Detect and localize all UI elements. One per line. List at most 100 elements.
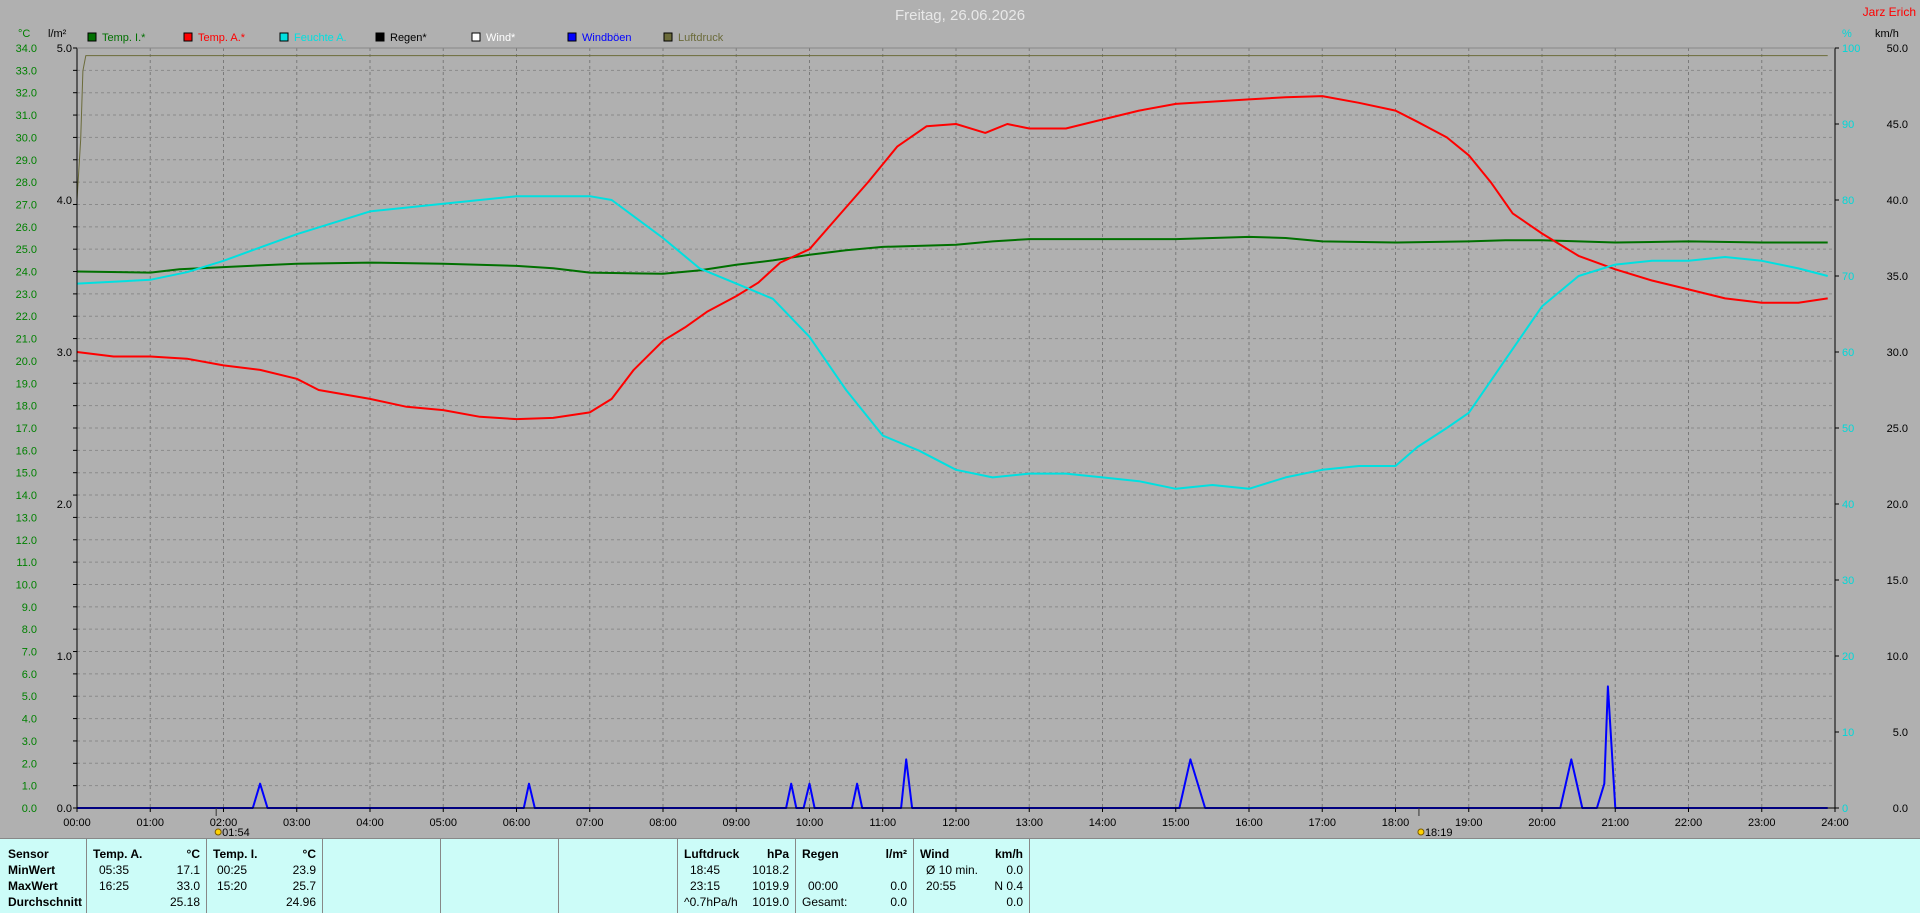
temp-i-min-time: 00:25 xyxy=(217,863,248,877)
legend-label: Windböen xyxy=(582,32,632,44)
temp-tick-label: 29.0 xyxy=(16,155,37,167)
wind-avg-label: Ø 10 min. xyxy=(926,863,979,877)
temp-tick-label: 9.0 xyxy=(22,602,37,614)
time-tick-label: 11:00 xyxy=(869,817,896,829)
wind-title: Wind xyxy=(920,847,950,861)
hum-tick-label: 30 xyxy=(1842,575,1854,587)
time-tick-label: 20:00 xyxy=(1528,817,1556,829)
temp-tick-label: 3.0 xyxy=(22,736,37,748)
temp-tick-label: 13.0 xyxy=(16,512,37,524)
weather-chart: 0.0 1.0 2.0 3.0 4.0 5.0 6.0 7.0 8.0 9.0 10.0 11.0 12… xyxy=(0,0,1920,838)
sun-icon xyxy=(214,828,222,836)
rain-tick-label: 1.0 xyxy=(57,651,72,663)
rain-title: Regen xyxy=(802,847,839,861)
wind-unit: km/h xyxy=(994,847,1023,861)
temp-tick-label: 8.0 xyxy=(22,624,37,636)
pressure-max-time: 23:15 xyxy=(690,879,721,893)
legend-swatch xyxy=(567,32,577,42)
temp-tick-label: 31.0 xyxy=(16,110,37,122)
hum-tick-label: 60 xyxy=(1842,347,1854,359)
temp-tick-label: 22.0 xyxy=(16,311,37,323)
legend-label: Feuchte A. xyxy=(294,32,347,44)
temp-tick-label: 34.0 xyxy=(16,43,37,55)
pressure-unit: hPa xyxy=(766,847,789,861)
unit-left-rain: l/m² xyxy=(48,28,67,40)
time-tick-label: 24:00 xyxy=(1821,817,1849,829)
temp-tick-label: 18.0 xyxy=(16,401,37,413)
legend-swatch xyxy=(471,32,481,42)
wind-tick-label: 0.0 xyxy=(1893,803,1908,815)
temp-a-min-time: 05:35 xyxy=(99,863,130,877)
hum-tick-label: 90 xyxy=(1842,119,1854,131)
temp-i-title: Temp. I. xyxy=(213,847,258,861)
summary-wind: Wind km/h Ø 10 min. 0.0 20:55 N 0.4 0.0 xyxy=(914,839,1030,913)
pressure-avg: 1019.0 xyxy=(752,895,789,909)
wind-tick-label: 30.0 xyxy=(1887,347,1908,359)
temp-a-max: 33.0 xyxy=(176,879,200,893)
pressure-trend: ^0.7hPa/h xyxy=(684,895,738,909)
rain-unit: l/m² xyxy=(885,847,907,861)
wind-tick-label: 50.0 xyxy=(1887,43,1908,55)
temp-a-min: 17.1 xyxy=(176,863,200,877)
summary-empty-3 xyxy=(559,839,678,913)
wind-tick-label: 20.0 xyxy=(1887,499,1908,511)
wind-tick-label: 45.0 xyxy=(1887,119,1908,131)
time-tick-label: 17:00 xyxy=(1308,817,1336,829)
legend-label: Regen* xyxy=(390,32,427,44)
rain-tick-label: 5.0 xyxy=(57,43,72,55)
rain-total-label: Gesamt: xyxy=(802,895,848,909)
temp-tick-label: 2.0 xyxy=(22,758,37,770)
legend-swatch xyxy=(375,32,385,42)
unit-right-hum: % xyxy=(1842,28,1852,40)
temp-i-unit: °C xyxy=(302,847,316,861)
legend-label: Wind* xyxy=(486,32,516,44)
wind-tick-label: 40.0 xyxy=(1887,195,1908,207)
time-tick-label: 13:00 xyxy=(1015,817,1043,829)
temp-tick-label: 12.0 xyxy=(16,535,37,547)
pressure-max: 1019.9 xyxy=(752,879,789,893)
temp-tick-label: 1.0 xyxy=(22,781,37,793)
time-tick-label: 12:00 xyxy=(942,817,970,829)
rain-tick-label: 4.0 xyxy=(57,195,72,207)
time-tick-label: 00:00 xyxy=(63,817,91,829)
time-tick-label: 22:00 xyxy=(1675,817,1703,829)
wind-mean: 0.0 xyxy=(1006,895,1023,909)
time-tick-label: 10:00 xyxy=(796,817,824,829)
sun-marker-label: 01:54 xyxy=(222,827,250,838)
temp-tick-label: 27.0 xyxy=(16,199,37,211)
temp-tick-label: 23.0 xyxy=(16,289,37,301)
temp-tick-label: 25.0 xyxy=(16,244,37,256)
hum-tick-label: 10 xyxy=(1842,727,1854,739)
legend-label: Luftdruck xyxy=(678,32,724,44)
summary-pressure: Luftdruck hPa 18:45 1018.2 23:15 1019.9 … xyxy=(678,839,796,913)
rain-tick-label: 2.0 xyxy=(57,499,72,511)
legend-swatch xyxy=(183,32,193,42)
temp-a-avg: 25.18 xyxy=(169,895,200,909)
unit-right-wind: km/h xyxy=(1875,28,1899,40)
hum-tick-label: 100 xyxy=(1842,43,1860,55)
sun-marker-label: 18:19 xyxy=(1425,827,1453,838)
summary-empty-1 xyxy=(323,839,441,913)
rain-max: 0.0 xyxy=(890,879,907,893)
temp-a-max-time: 16:25 xyxy=(99,879,130,893)
rain-tick-label: 3.0 xyxy=(57,347,72,359)
wind-max: N 0.4 xyxy=(994,879,1023,893)
time-tick-label: 01:00 xyxy=(136,817,164,829)
temp-tick-label: 11.0 xyxy=(16,557,37,569)
hum-tick-label: 80 xyxy=(1842,195,1854,207)
temp-tick-label: 28.0 xyxy=(16,177,37,189)
time-tick-label: 04:00 xyxy=(356,817,384,829)
sun-icon xyxy=(1417,828,1425,836)
summary-empty-2 xyxy=(441,839,559,913)
pressure-min-time: 18:45 xyxy=(690,863,721,877)
pressure-title: Luftdruck xyxy=(684,847,740,861)
temp-tick-label: 0.0 xyxy=(22,803,37,815)
rain-tick-label: 0.0 xyxy=(57,803,72,815)
temp-i-min: 23.9 xyxy=(292,863,316,877)
wind-tick-label: 5.0 xyxy=(1893,727,1908,739)
temp-tick-label: 15.0 xyxy=(16,468,37,480)
temp-tick-label: 10.0 xyxy=(16,579,37,591)
temp-tick-label: 30.0 xyxy=(16,132,37,144)
temp-tick-label: 20.0 xyxy=(16,356,37,368)
legend-label: Temp. I.* xyxy=(102,32,146,44)
